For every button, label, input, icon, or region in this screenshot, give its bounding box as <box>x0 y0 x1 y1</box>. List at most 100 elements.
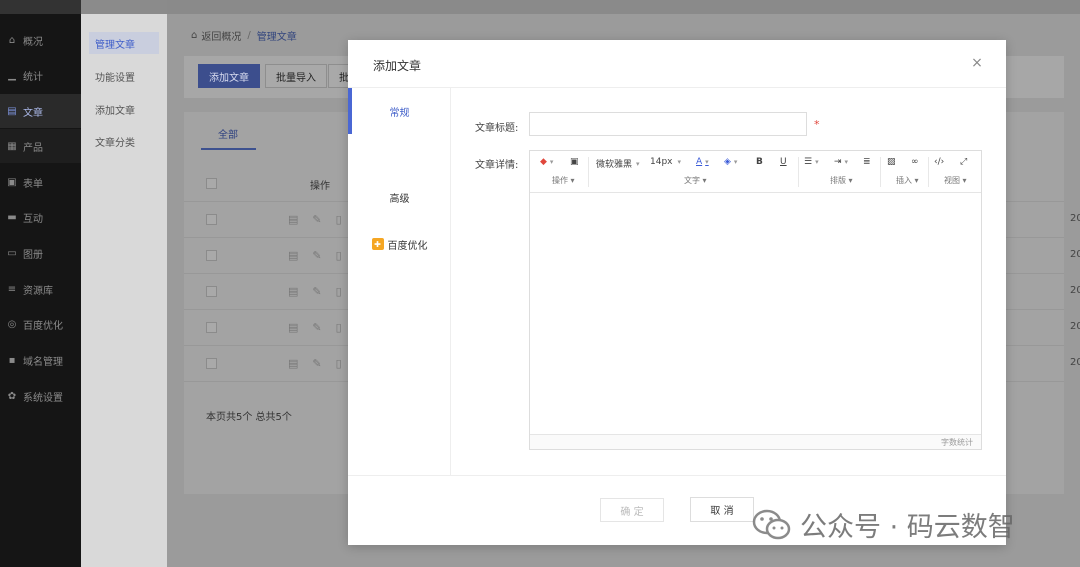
group-layout[interactable]: 排版 ▾ <box>830 175 853 186</box>
row-actions: ▤ ✎ ▯ <box>288 321 342 334</box>
delete-icon[interactable]: ▯ <box>336 249 342 262</box>
image-icon[interactable]: ▨ <box>887 157 896 167</box>
crumb-back-link[interactable]: 返回概况 <box>201 28 241 43</box>
baidu-icon: ◎ <box>7 318 17 330</box>
group-view[interactable]: 视图 ▾ <box>944 175 967 186</box>
nav-label: 表单 <box>23 178 43 190</box>
preview-icon[interactable]: ▤ <box>288 213 298 226</box>
sub-item-category[interactable]: 文章分类 <box>89 130 159 152</box>
nav-label: 概况 <box>23 36 43 48</box>
group-insert[interactable]: 插入 ▾ <box>896 175 919 186</box>
row-date: 20 <box>1070 357 1080 368</box>
tab-advanced[interactable]: 高级 <box>348 174 451 220</box>
pagination-summary: 本页共5个 总共5个 <box>206 412 292 423</box>
gear-icon: ✿ <box>7 390 17 402</box>
highlight-icon[interactable]: ◈ ▾ <box>724 157 737 167</box>
preview-icon[interactable]: ▤ <box>288 285 298 298</box>
main-nav: ⌂ 概况 ▁ 统计 ▤ 文章 ▦ 产品 ▣ 表单 ▬ 互动 ▭ 图册 ≡ 资源库 ◎ 百度优化 ▪… <box>0 0 81 567</box>
nav-item-overview[interactable]: ⌂ 概况 <box>0 23 81 57</box>
dialog-tabs: 常规 高级 ✚ 百度优化 <box>348 88 451 475</box>
database-icon: ≡ <box>7 283 17 295</box>
preview-icon[interactable]: ▤ <box>288 357 298 370</box>
breadcrumb: ⌂ 返回概况 / 管理文章 <box>191 28 297 43</box>
editor-content-area[interactable] <box>530 194 981 434</box>
bold-icon[interactable]: B <box>756 157 763 167</box>
fullscreen-icon[interactable]: ⤢ <box>960 157 967 167</box>
row-checkbox[interactable] <box>206 358 217 369</box>
group-text[interactable]: 文字 ▾ <box>684 175 707 186</box>
row-checkbox[interactable] <box>206 322 217 333</box>
delete-icon[interactable]: ▯ <box>336 357 342 370</box>
nav-item-resources[interactable]: ≡ 资源库 <box>0 272 81 306</box>
confirm-button[interactable]: 确 定 <box>600 498 664 522</box>
nav-item-article[interactable]: ▤ 文章 <box>0 94 81 128</box>
nav-item-baidu[interactable]: ◎ 百度优化 <box>0 307 81 341</box>
sub-item-manage[interactable]: 管理文章 <box>89 32 159 54</box>
preview-icon[interactable]: ▤ <box>288 249 298 262</box>
edit-icon[interactable]: ✎ <box>312 357 321 370</box>
font-color-icon[interactable]: A ▾ <box>696 157 709 167</box>
font-size-select[interactable]: 14px ▾ <box>650 157 681 167</box>
indent-icon[interactable]: ⇥ ▾ <box>834 157 848 167</box>
edit-icon[interactable]: ✎ <box>312 285 321 298</box>
nav-item-product[interactable]: ▦ 产品 <box>0 129 81 163</box>
batch-import-button[interactable]: 批量导入 <box>265 64 327 88</box>
delete-icon[interactable]: ▯ <box>336 285 342 298</box>
sub-topbar <box>81 0 167 14</box>
row-date: 20 <box>1070 321 1080 332</box>
tab-baidu[interactable]: ✚ 百度优化 <box>348 221 451 267</box>
nav-item-domain[interactable]: ▪ 域名管理 <box>0 343 81 377</box>
source-icon[interactable]: ▣ <box>570 157 579 167</box>
group-ops[interactable]: 操作 ▾ <box>552 175 575 186</box>
select-all-checkbox[interactable] <box>206 178 217 189</box>
toolbar-separator <box>588 157 589 187</box>
edit-icon[interactable]: ✎ <box>312 321 321 334</box>
nav-item-interact[interactable]: ▬ 互动 <box>0 200 81 234</box>
edit-icon[interactable]: ✎ <box>312 249 321 262</box>
underline-icon[interactable]: U <box>780 157 787 167</box>
row-actions: ▤ ✎ ▯ <box>288 213 342 226</box>
cancel-button[interactable]: 取 消 <box>690 497 754 522</box>
nav-label: 互动 <box>23 213 43 225</box>
chat-icon: ▬ <box>7 211 17 223</box>
nav-label: 系统设置 <box>23 392 63 404</box>
tab-general[interactable]: 常规 <box>348 88 451 134</box>
tab-all[interactable]: 全部 <box>218 126 238 141</box>
nav-item-stats[interactable]: ▁ 统计 <box>0 58 81 92</box>
add-article-button[interactable]: 添加文章 <box>198 64 260 88</box>
row-checkbox[interactable] <box>206 250 217 261</box>
nav-item-form[interactable]: ▣ 表单 <box>0 165 81 199</box>
link-icon[interactable]: ∞ <box>911 157 919 167</box>
delete-icon[interactable]: ▯ <box>336 213 342 226</box>
nav-item-settings[interactable]: ✿ 系统设置 <box>0 379 81 413</box>
preview-icon[interactable]: ▤ <box>288 321 298 334</box>
article-title-input[interactable] <box>529 112 807 136</box>
watermark: 公众号 · 码云数智 <box>752 505 1015 544</box>
tab-active-indicator <box>201 148 256 150</box>
row-actions: ▤ ✎ ▯ <box>288 249 342 262</box>
watermark-text: 公众号 · 码云数智 <box>800 512 1015 543</box>
row-actions: ▤ ✎ ▯ <box>288 357 342 370</box>
eraser-icon[interactable]: ◆ ▾ <box>540 157 553 167</box>
toolbar-separator <box>928 157 929 187</box>
nav-item-album[interactable]: ▭ 图册 <box>0 236 81 270</box>
word-count[interactable]: 字数统计 <box>941 437 973 448</box>
dialog-title: 添加文章 <box>373 59 422 73</box>
close-icon[interactable]: × <box>970 56 984 70</box>
font-family-select[interactable]: 微软雅黑 ▾ <box>596 157 640 171</box>
edit-icon[interactable]: ✎ <box>312 213 321 226</box>
rich-text-editor: ◆ ▾ ▣ 操作 ▾ 微软雅黑 ▾ 14px ▾ A ▾ ◈ ▾ B U 文字 ▾ ☰ ▾ … <box>529 150 982 450</box>
product-icon: ▦ <box>7 140 17 152</box>
sub-item-func-settings[interactable]: 功能设置 <box>89 65 159 87</box>
sub-nav: 管理文章 功能设置 添加文章 文章分类 <box>81 0 167 567</box>
row-checkbox[interactable] <box>206 286 217 297</box>
add-article-dialog: 添加文章 × 常规 高级 ✚ 百度优化 文章标题: * 文章详情: ◆ ▾ ▣ 操作… <box>348 40 1006 545</box>
sub-item-add[interactable]: 添加文章 <box>89 98 159 120</box>
line-height-icon[interactable]: ≣ <box>863 157 871 167</box>
delete-icon[interactable]: ▯ <box>336 321 342 334</box>
nav-label: 域名管理 <box>23 356 63 368</box>
align-icon[interactable]: ☰ ▾ <box>804 157 819 167</box>
code-view-icon[interactable]: ‹/› <box>934 157 944 167</box>
row-checkbox[interactable] <box>206 214 217 225</box>
crumb-separator: / <box>247 30 251 41</box>
